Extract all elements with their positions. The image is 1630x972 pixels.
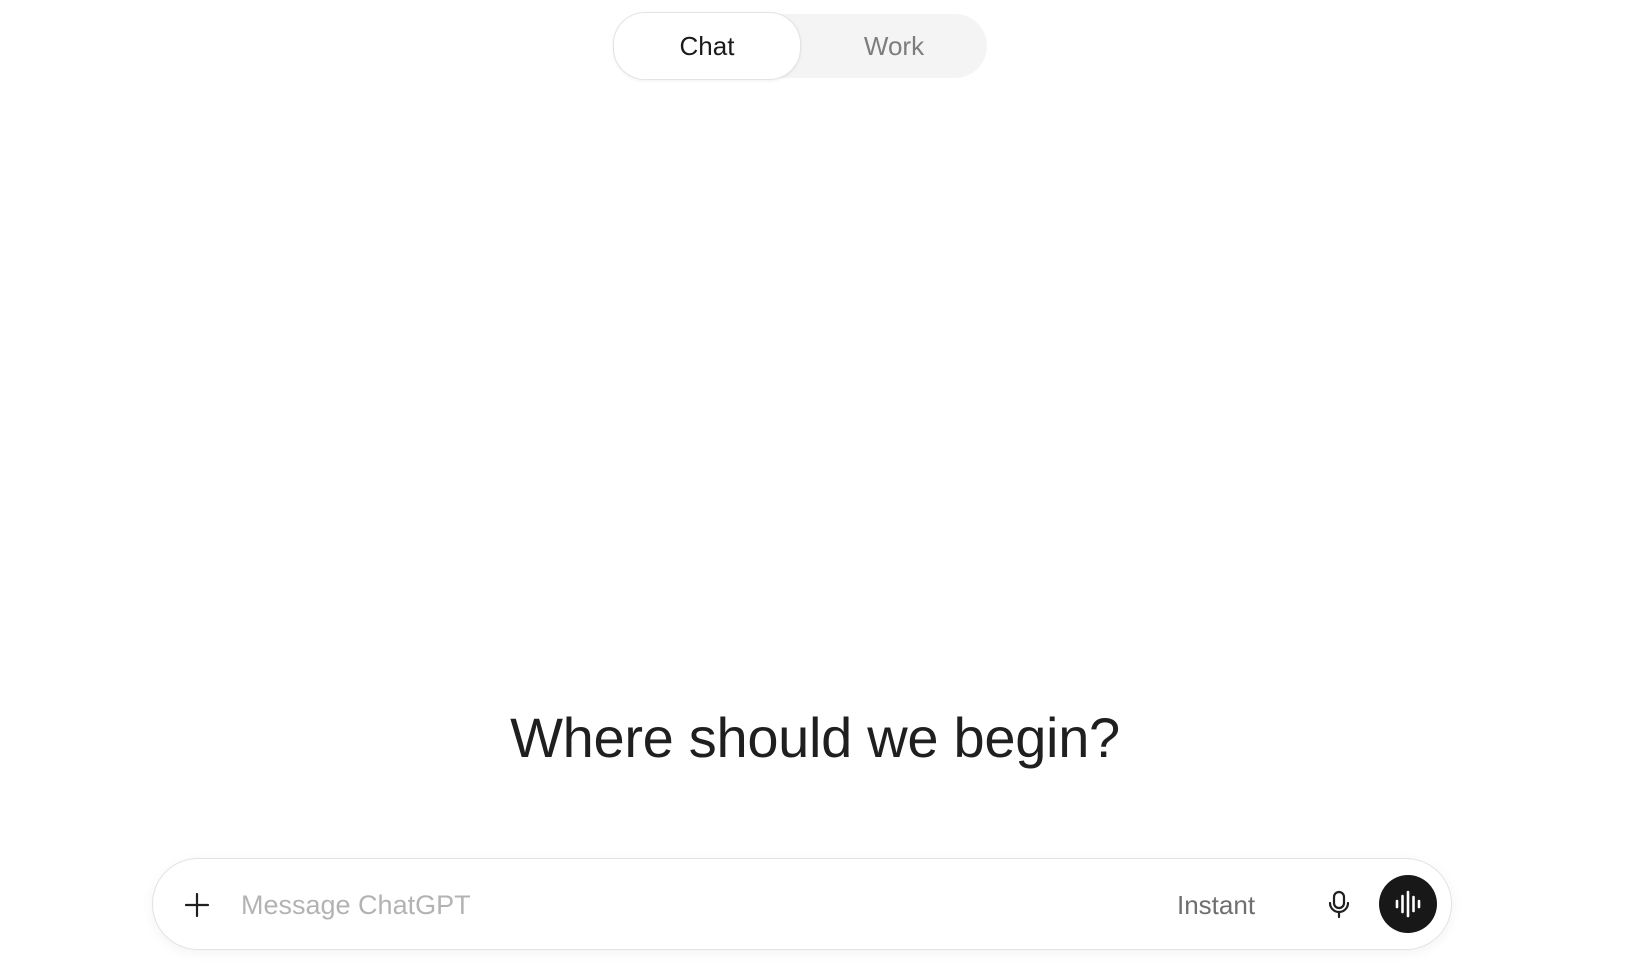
voice-mode-button[interactable] <box>1379 875 1437 933</box>
message-input[interactable] <box>241 881 1101 929</box>
message-composer: Instant <box>152 858 1452 950</box>
chat-page: Chat Work Where should we begin? Instant <box>0 0 1630 972</box>
model-selector-label: Instant <box>1177 889 1256 920</box>
page-heading: Where should we begin? <box>510 706 1120 769</box>
microphone-icon <box>1328 890 1350 919</box>
tab-work[interactable]: Work <box>801 14 987 78</box>
model-selector-button[interactable]: Instant <box>1163 881 1269 929</box>
plus-icon <box>184 892 210 918</box>
dictate-button[interactable] <box>1315 881 1363 929</box>
tab-chat[interactable]: Chat <box>613 12 801 80</box>
mode-toggle: Chat Work <box>613 12 987 80</box>
add-attachment-button[interactable] <box>173 881 221 929</box>
voice-waveform-icon <box>1395 890 1421 918</box>
